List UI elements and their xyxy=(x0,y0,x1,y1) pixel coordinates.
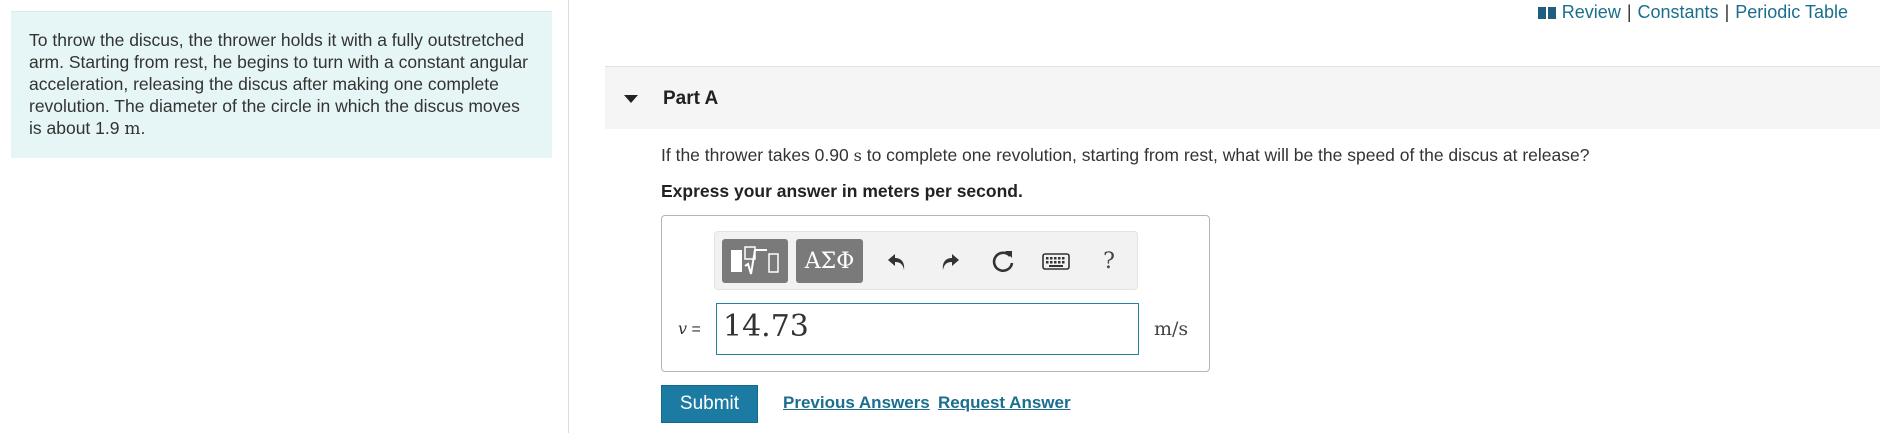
equals-sign: = xyxy=(691,321,701,338)
panel-divider xyxy=(568,0,569,433)
greek-symbols-button[interactable]: ΑΣΦ xyxy=(796,239,863,283)
problem-end: . xyxy=(140,118,146,138)
submit-button[interactable]: Submit xyxy=(661,385,758,423)
answer-input[interactable]: 14.73 xyxy=(716,303,1139,355)
templates-icon[interactable] xyxy=(722,239,788,283)
problem-unit: m xyxy=(124,119,141,139)
link-separator: | xyxy=(1626,2,1632,22)
previous-answers-link[interactable]: Previous Answers xyxy=(783,393,930,413)
caret-down-icon[interactable] xyxy=(624,95,638,103)
reset-icon[interactable] xyxy=(988,246,1018,276)
constants-link[interactable]: Constants xyxy=(1638,2,1719,23)
part-a-header[interactable]: Part A xyxy=(605,67,1880,129)
redo-icon[interactable] xyxy=(935,246,965,276)
question-unit: s xyxy=(853,146,862,165)
resource-links: Review | Constants | Periodic Table xyxy=(1537,2,1848,23)
book-icon xyxy=(1537,6,1556,19)
periodic-table-link[interactable]: Periodic Table xyxy=(1735,2,1848,23)
answer-unit: m/s xyxy=(1154,318,1189,340)
request-answer-link[interactable]: Request Answer xyxy=(938,393,1071,413)
question-post: to complete one revolution, starting fro… xyxy=(866,145,1590,165)
help-button[interactable]: ? xyxy=(1094,246,1124,276)
variable-label: v = xyxy=(678,319,701,339)
problem-text: To throw the discus, the thrower holds i… xyxy=(29,30,528,138)
math-toolbar: ΑΣΦ ? xyxy=(714,231,1138,290)
problem-statement: To throw the discus, the thrower holds i… xyxy=(11,11,552,158)
keyboard-icon[interactable] xyxy=(1041,246,1071,276)
answer-panel: ΑΣΦ ? v = 14.73 m/s xyxy=(661,215,1210,372)
variable-symbol: v xyxy=(678,319,688,338)
undo-icon[interactable] xyxy=(882,246,912,276)
review-link[interactable]: Review xyxy=(1562,2,1621,23)
question-text: If the thrower takes 0.90 s to complete … xyxy=(661,145,1589,166)
link-separator: | xyxy=(1724,2,1730,22)
part-title: Part A xyxy=(663,88,719,109)
answer-instruction: Express your answer in meters per second… xyxy=(661,181,1023,201)
question-pre: If the thrower takes 0.90 xyxy=(661,145,849,165)
